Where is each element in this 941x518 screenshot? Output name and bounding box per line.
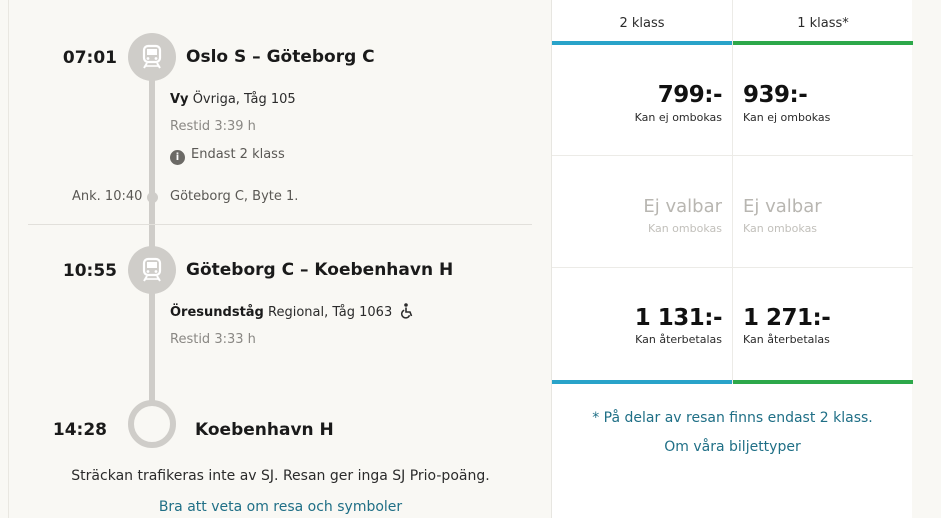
fare-condition: Kan återbetalas bbox=[743, 333, 830, 346]
fare-cell-1-refundable[interactable]: 1 271:- Kan återbetalas bbox=[733, 268, 913, 379]
fare-condition: Kan ej ombokas bbox=[634, 111, 722, 124]
leg1-arrival-time: Ank. 10:40 bbox=[72, 189, 143, 204]
journey-details: 07:01 Oslo S – Göteborg C Vy Övriga, Tåg… bbox=[8, 0, 913, 518]
leg1-train-number: Övriga, Tåg 105 bbox=[192, 92, 296, 107]
leg1-info: i Endast 2 klass bbox=[170, 147, 285, 165]
itinerary-panel: 07:01 Oslo S – Göteborg C Vy Övriga, Tåg… bbox=[8, 0, 551, 518]
first-class-note: * På delar av resan finns endast 2 klass… bbox=[592, 410, 873, 426]
class-1-bottom-bar bbox=[733, 380, 913, 384]
class-2-header[interactable]: 2 klass bbox=[552, 0, 732, 46]
leg2-train-number: Regional, Tåg 1063 bbox=[268, 305, 393, 320]
leg1-train-badge bbox=[128, 33, 176, 81]
sj-notice: Sträckan trafikeras inte av SJ. Resan ge… bbox=[71, 468, 490, 484]
leg2-operator: Öresundståg Regional, Tåg 1063 bbox=[170, 305, 392, 320]
leg2-title: Göteborg C – Koebenhavn H bbox=[186, 260, 454, 280]
train-icon bbox=[142, 44, 162, 69]
leg2-train-badge bbox=[128, 246, 176, 294]
leg-divider bbox=[28, 224, 532, 225]
change-dot bbox=[147, 192, 158, 203]
fare-price: 799:- bbox=[657, 82, 723, 108]
arrival-time: 14:28 bbox=[52, 420, 107, 440]
fare-condition: Kan ombokas bbox=[743, 222, 818, 235]
fare-unavailable: Ej valbar bbox=[643, 196, 722, 217]
leg1-duration: Restid 3:39 h bbox=[170, 119, 256, 134]
fare-price: 1 131:- bbox=[634, 305, 723, 331]
fare-cell-2-refundable[interactable]: 1 131:- Kan återbetalas bbox=[552, 268, 732, 379]
class-2-bottom-bar bbox=[552, 380, 732, 384]
fare-condition: Kan återbetalas bbox=[635, 333, 722, 346]
wheelchair-icon bbox=[400, 303, 413, 319]
info-icon: i bbox=[170, 150, 185, 165]
leg2-operator-name: Öresundståg bbox=[170, 305, 264, 320]
destination-marker bbox=[128, 400, 176, 448]
class-1-header[interactable]: 1 klass* bbox=[733, 0, 913, 46]
ticket-types-link[interactable]: Om våra biljettyper bbox=[552, 439, 913, 455]
leg1-arrival-note: Göteborg C, Byte 1. bbox=[170, 189, 299, 204]
fare-price: 1 271:- bbox=[743, 305, 831, 331]
leg2-duration: Restid 3:33 h bbox=[170, 332, 256, 347]
fare-panel: 2 klass 1 klass* 799:- Kan ej ombokas 93… bbox=[551, 0, 913, 518]
leg1-operator: Vy Övriga, Tåg 105 bbox=[170, 92, 296, 107]
timeline-line bbox=[149, 60, 155, 420]
info-symbols-link[interactable]: Bra att veta om resa och symboler bbox=[9, 499, 552, 515]
fare-cell-1-flex-none[interactable]: 939:- Kan ej ombokas bbox=[733, 45, 913, 156]
fare-condition: Kan ej ombokas bbox=[743, 111, 831, 124]
fare-cell-2-flex-none[interactable]: 799:- Kan ej ombokas bbox=[552, 45, 732, 156]
train-icon bbox=[142, 257, 162, 282]
fare-condition: Kan ombokas bbox=[647, 222, 722, 235]
leg1-info-text: Endast 2 klass bbox=[191, 147, 285, 162]
fare-price: 939:- bbox=[743, 82, 808, 108]
leg1-title: Oslo S – Göteborg C bbox=[186, 47, 375, 67]
fare-cell-1-rebookable: Ej valbar Kan ombokas bbox=[733, 157, 913, 268]
destination-name: Koebenhavn H bbox=[195, 420, 334, 440]
leg1-departure-time: 07:01 bbox=[62, 48, 117, 68]
leg2-departure-time: 10:55 bbox=[62, 261, 117, 281]
fare-unavailable: Ej valbar bbox=[743, 196, 822, 217]
fare-cell-2-rebookable: Ej valbar Kan ombokas bbox=[552, 157, 732, 268]
leg1-operator-name: Vy bbox=[170, 92, 189, 107]
